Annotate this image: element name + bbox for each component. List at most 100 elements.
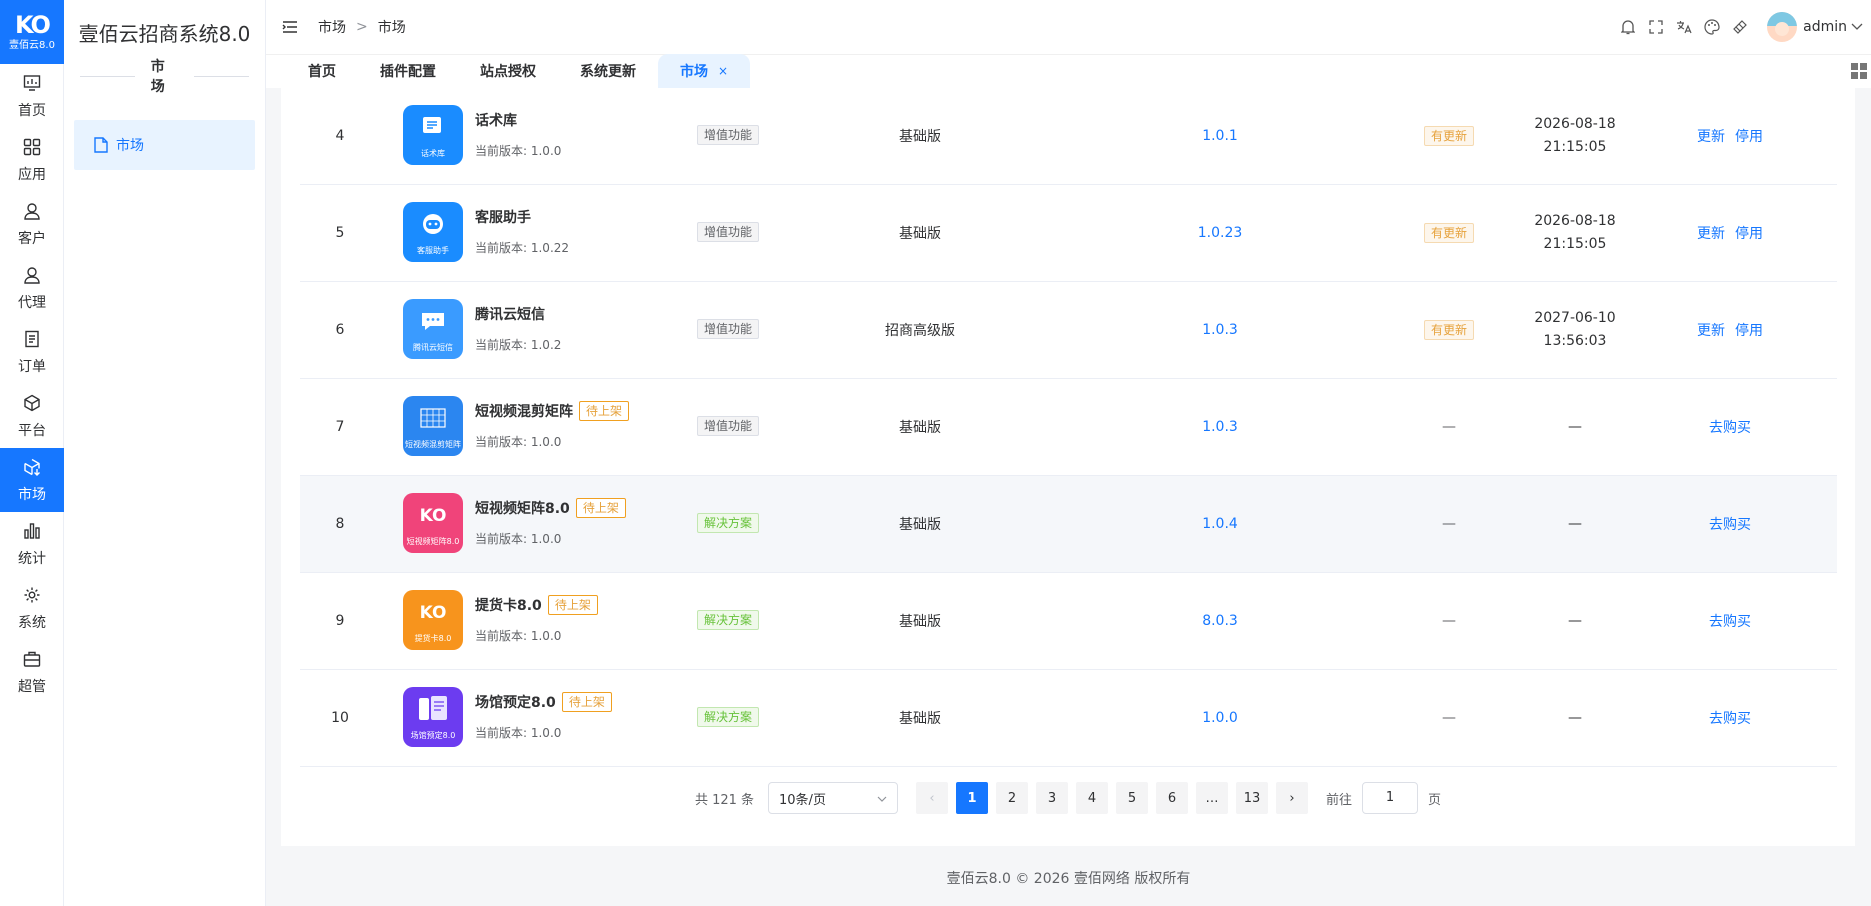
action-buy-button[interactable]: 去购买	[1709, 420, 1751, 436]
action-update-button[interactable]: 更新	[1697, 323, 1725, 339]
app-logo-icon: KO	[416, 590, 450, 634]
tab-1[interactable]: 插件配置	[358, 54, 458, 88]
menu-toggle-icon[interactable]	[282, 19, 298, 35]
action-update-button[interactable]: 更新	[1697, 129, 1725, 145]
app-icon[interactable]: 话术库	[403, 105, 463, 165]
edition: 基础版	[899, 226, 941, 242]
latest-version[interactable]: 1.0.3	[1100, 322, 1340, 338]
rail-item-label: 应用	[18, 167, 46, 183]
page-button[interactable]: 6	[1156, 782, 1189, 814]
page-button[interactable]: 3	[1036, 782, 1069, 814]
page-button[interactable]: 2	[996, 782, 1029, 814]
app-name-text: 短视频混剪矩阵	[475, 404, 573, 420]
expiry-cell: —	[1515, 707, 1635, 730]
tab-label: 首页	[308, 64, 336, 80]
tab-0[interactable]: 首页	[286, 54, 358, 88]
latest-version[interactable]: 1.0.4	[1100, 516, 1340, 532]
latest-version[interactable]: 1.0.23	[1100, 225, 1340, 241]
app-icon-caption: 场馆预定8.0	[410, 731, 456, 740]
row-index: 6	[335, 322, 345, 338]
tab-3[interactable]: 系统更新	[558, 54, 658, 88]
app-icon[interactable]: 场馆预定8.0	[403, 687, 463, 747]
page-button[interactable]: 13	[1236, 782, 1269, 814]
order-icon	[21, 328, 43, 350]
latest-version[interactable]: 1.0.1	[1100, 128, 1340, 144]
chevron-down-icon[interactable]	[1851, 23, 1863, 31]
pending-badge: 待上架	[575, 498, 626, 518]
action-buy-button[interactable]: 去购买	[1709, 517, 1751, 533]
rail-item-apps[interactable]: 应用	[0, 128, 64, 192]
page-button[interactable]: 4	[1076, 782, 1109, 814]
fullscreen-icon[interactable]	[1647, 18, 1665, 36]
app-icon[interactable]: 腾讯云短信	[403, 299, 463, 359]
app-icon[interactable]: KO 提货卡8.0	[403, 590, 463, 650]
rail-item-market[interactable]: 市场	[0, 448, 64, 512]
app-icon-caption: 客服助手	[417, 246, 449, 255]
page-size-value: 10条/页	[779, 792, 826, 808]
grid-menu-icon[interactable]	[1851, 63, 1867, 79]
page-size-select[interactable]: 10条/页	[768, 782, 899, 814]
page-jump: 前往 1 页	[1326, 782, 1441, 814]
app-icon-caption: 短视频混剪矩阵	[405, 440, 461, 449]
action-buy-button[interactable]: 去购买	[1709, 614, 1751, 630]
page-button[interactable]: 5	[1116, 782, 1149, 814]
app-icon[interactable]: 短视频混剪矩阵	[403, 396, 463, 456]
app-logo-icon	[420, 105, 446, 149]
next-page-button[interactable]: ›	[1276, 782, 1309, 814]
brand-logo[interactable]: KO 壹佰云8.0	[0, 0, 64, 64]
table-row: 10 场馆预定8.0 场馆预定8.0 待上架 当前版本: 1.0.0 解决方案 基础版 1.0…	[300, 670, 1837, 767]
rail-item-dashboard[interactable]: 首页	[0, 64, 64, 128]
current-version: 当前版本: 1.0.0	[475, 532, 562, 546]
action-buy-button[interactable]: 去购买	[1709, 711, 1751, 727]
latest-version[interactable]: 8.0.3	[1100, 613, 1340, 629]
briefcase-icon	[21, 648, 43, 670]
top-header: 市场 > 市场 admin	[266, 0, 1871, 54]
page-button[interactable]: 1	[956, 782, 989, 814]
app-icon[interactable]: KO 短视频矩阵8.0	[403, 493, 463, 553]
expiry-date: —	[1568, 612, 1582, 629]
breadcrumb-item[interactable]: 市场	[318, 17, 346, 37]
tab-2[interactable]: 站点授权	[458, 54, 558, 88]
edition: 基础版	[899, 711, 941, 727]
pending-badge: 待上架	[547, 595, 598, 615]
close-icon[interactable]: ×	[718, 64, 728, 78]
pagination-total: 共 121 条	[694, 792, 755, 808]
action-update-button[interactable]: 更新	[1697, 226, 1725, 242]
sub-sidebar-item-market[interactable]: 市场	[74, 120, 255, 170]
translate-icon[interactable]	[1675, 18, 1693, 36]
rail-item-cube[interactable]: 平台	[0, 384, 64, 448]
table-row: 5 客服助手 客服助手 当前版本: 1.0.22 增值功能 基础版 1.0.23 有更新 202…	[300, 185, 1837, 282]
latest-version[interactable]: 1.0.3	[1100, 419, 1340, 435]
tab-label: 系统更新	[580, 64, 636, 80]
app-name: 客服助手	[475, 207, 531, 227]
type-tag: 增值功能	[697, 416, 760, 436]
tab-4[interactable]: 市场 ×	[658, 54, 751, 88]
expiry-date: 2026-08-18	[1534, 213, 1616, 229]
current-version: 当前版本: 1.0.2	[475, 338, 562, 352]
market-icon	[21, 456, 43, 478]
app-name: 腾讯云短信	[475, 304, 545, 324]
rail-item-user[interactable]: 客户	[0, 192, 64, 256]
action-disable-button[interactable]: 停用	[1735, 226, 1763, 242]
rail-item-briefcase[interactable]: 超管	[0, 640, 64, 704]
bell-icon[interactable]	[1619, 18, 1637, 36]
type-tag: 解决方案	[697, 707, 760, 727]
palette-icon[interactable]	[1703, 18, 1721, 36]
prev-page-button[interactable]: ‹	[916, 782, 949, 814]
status-cell: —	[1442, 613, 1456, 629]
action-disable-button[interactable]: 停用	[1735, 323, 1763, 339]
page-ellipsis[interactable]: …	[1196, 782, 1229, 814]
latest-version[interactable]: 1.0.0	[1100, 710, 1340, 726]
rail-item-order[interactable]: 订单	[0, 320, 64, 384]
rail-item-stats[interactable]: 统计	[0, 512, 64, 576]
avatar[interactable]	[1767, 12, 1798, 42]
rail-item-gear[interactable]: 系统	[0, 576, 64, 640]
brush-icon[interactable]	[1731, 18, 1749, 36]
username[interactable]: admin	[1803, 19, 1847, 35]
app-icon[interactable]: 客服助手	[403, 202, 463, 262]
action-disable-button[interactable]: 停用	[1735, 129, 1763, 145]
apps-icon	[21, 136, 43, 158]
goto-page-input[interactable]: 1	[1362, 782, 1419, 814]
rail-item-agent[interactable]: 代理	[0, 256, 64, 320]
app-name: 提货卡8.0 待上架	[475, 595, 598, 615]
